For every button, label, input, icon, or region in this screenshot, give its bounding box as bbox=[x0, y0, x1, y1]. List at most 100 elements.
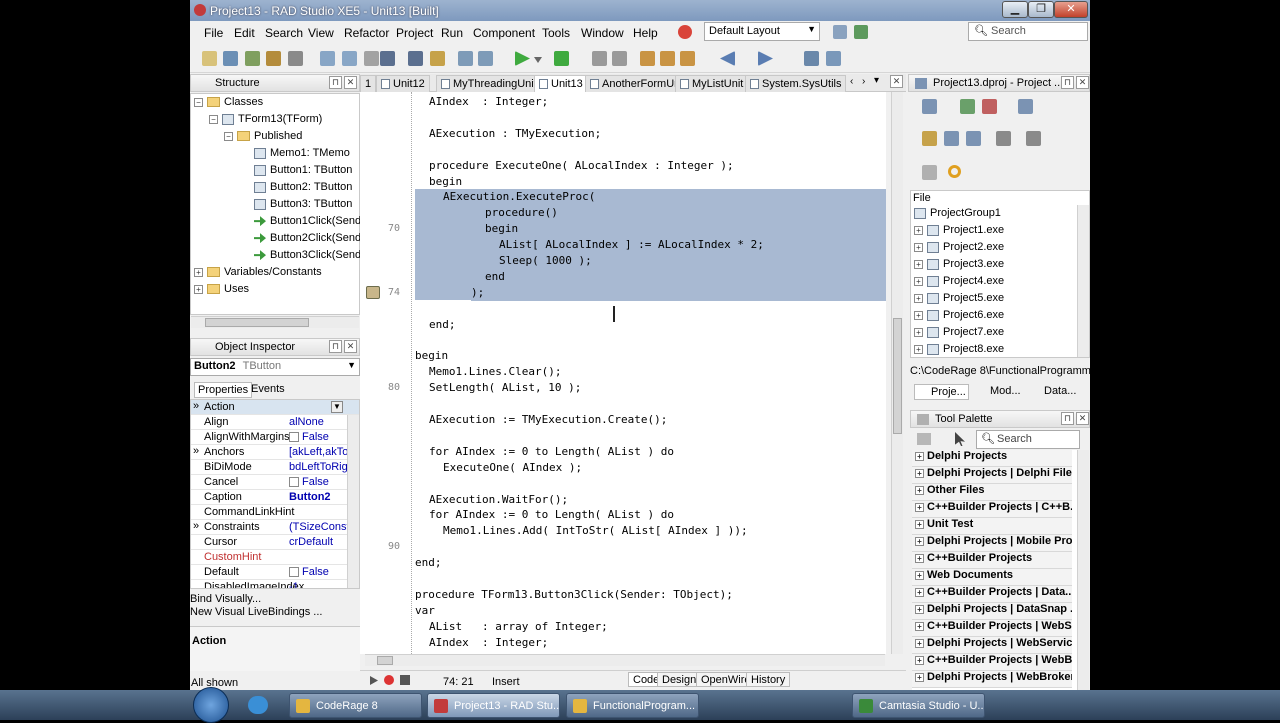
checkbox[interactable] bbox=[289, 477, 299, 488]
menu-view[interactable]: View bbox=[308, 26, 334, 40]
open-project-icon[interactable] bbox=[245, 51, 260, 66]
pause-icon[interactable] bbox=[592, 51, 607, 66]
expand-icon[interactable]: + bbox=[194, 284, 203, 294]
tree-item-button2click[interactable]: Button2Click(Sender: bbox=[254, 232, 374, 249]
expand-icon[interactable]: + bbox=[915, 587, 924, 597]
palette-category[interactable]: + Delphi Projects bbox=[912, 450, 1072, 467]
step-over-icon[interactable] bbox=[660, 51, 675, 66]
close-icon[interactable]: ✕ bbox=[344, 76, 357, 89]
expand-icon[interactable]: + bbox=[915, 536, 924, 546]
macro-stop-icon[interactable] bbox=[400, 675, 410, 685]
palette-category[interactable]: + C++Builder Projects | C++B... bbox=[912, 501, 1072, 518]
code-line-selected[interactable]: end bbox=[485, 268, 886, 285]
project-item[interactable]: + Project4.exe bbox=[914, 275, 1004, 292]
build-config-icon[interactable] bbox=[922, 165, 937, 180]
property-row-customhint[interactable]: CustomHint bbox=[191, 550, 359, 565]
tree-item-button1click[interactable]: Button1Click(Sender: bbox=[254, 215, 374, 232]
property-row-default[interactable]: Default False bbox=[191, 565, 359, 580]
new-items-icon[interactable] bbox=[202, 51, 217, 66]
property-row-anchors[interactable]: » Anchors [akLeft,akTop] bbox=[191, 445, 359, 460]
code-line[interactable]: begin bbox=[429, 174, 462, 190]
code-line-selected[interactable]: procedure() bbox=[485, 205, 886, 222]
events-tab[interactable]: Events bbox=[248, 382, 288, 396]
macro-record-icon[interactable] bbox=[384, 675, 394, 685]
expand-icon[interactable]: + bbox=[914, 225, 923, 235]
minimize-button[interactable]: ▁ bbox=[1002, 1, 1028, 18]
menu-tools[interactable]: Tools bbox=[542, 26, 570, 40]
palette-vscroll[interactable] bbox=[1077, 450, 1089, 690]
remove-project-icon[interactable] bbox=[982, 99, 997, 114]
build-icon[interactable] bbox=[996, 131, 1011, 146]
project-tab-model[interactable]: Mod... bbox=[974, 384, 1023, 398]
expand-all-icon[interactable] bbox=[944, 131, 959, 146]
tree-item-button3[interactable]: Button3: TButton bbox=[254, 198, 352, 215]
ide-search-box[interactable]: 🔍︎ Search bbox=[968, 22, 1088, 41]
target-platform-icon[interactable] bbox=[948, 165, 961, 178]
close-button[interactable]: ✕ bbox=[1054, 1, 1088, 18]
tree-item-button3click[interactable]: Button3Click(Sender: bbox=[254, 249, 374, 266]
close-icon[interactable]: ✕ bbox=[1076, 76, 1089, 89]
palette-category[interactable]: + C++Builder Projects | Data... bbox=[912, 586, 1072, 603]
taskbar-button[interactable]: CodeRage 8 bbox=[289, 693, 422, 718]
expand-icon[interactable]: + bbox=[914, 276, 923, 286]
code-line[interactable]: ExecuteOne( AIndex ); bbox=[443, 460, 582, 476]
property-value[interactable]: False bbox=[289, 431, 347, 443]
code-line-selected[interactable]: Sleep( 1000 ); bbox=[499, 253, 886, 269]
project-item[interactable]: + Project1.exe bbox=[914, 224, 1004, 241]
open-icon[interactable] bbox=[223, 51, 238, 66]
taskbar-button[interactable]: Project13 - RAD Stu... bbox=[427, 693, 560, 718]
property-value[interactable]: crDefault bbox=[289, 536, 347, 548]
expand-icon[interactable]: + bbox=[915, 672, 924, 682]
tab-close-icon[interactable]: ✕ bbox=[890, 75, 903, 88]
stop-icon[interactable] bbox=[612, 51, 627, 66]
save-icon[interactable] bbox=[380, 51, 395, 66]
code-line[interactable]: var bbox=[415, 603, 435, 619]
tab-1[interactable]: 1 bbox=[360, 75, 377, 92]
editor-vscroll-thumb[interactable] bbox=[893, 318, 902, 434]
view-tab-history[interactable]: History bbox=[746, 672, 791, 687]
start-button[interactable] bbox=[193, 687, 229, 723]
tab-list-icon[interactable]: ▾ bbox=[874, 75, 879, 86]
menu-file[interactable]: File bbox=[204, 26, 223, 40]
trace-icon[interactable] bbox=[680, 51, 695, 66]
palette-category[interactable]: + C++Builder Projects bbox=[912, 552, 1072, 569]
pin-icon[interactable]: ⊓ bbox=[329, 76, 342, 89]
expand-icon[interactable]: + bbox=[915, 502, 924, 512]
code-line[interactable]: end; bbox=[429, 317, 456, 333]
bind-visually-link[interactable]: Bind Visually... bbox=[190, 593, 261, 605]
collapse-all-icon[interactable] bbox=[966, 131, 981, 146]
pin-icon[interactable]: ⊓ bbox=[329, 340, 342, 353]
property-row-constraints[interactable]: » Constraints (TSizeConstraints) bbox=[191, 520, 359, 535]
code-line-selected[interactable]: AExecution.ExecuteProc( bbox=[443, 189, 886, 206]
property-row-alignwithmargins[interactable]: AlignWithMargins False bbox=[191, 430, 359, 445]
pin-icon[interactable]: ⊓ bbox=[1061, 412, 1074, 425]
palette-category[interactable]: + Delphi Projects | DataSnap ... bbox=[912, 603, 1072, 620]
view-icon[interactable] bbox=[1018, 99, 1033, 114]
properties-tab[interactable]: Properties bbox=[194, 382, 253, 398]
expand-icon[interactable]: + bbox=[915, 604, 924, 614]
tab-mythreadingunit[interactable]: MyThreadingUnit bbox=[436, 75, 542, 92]
collapse-icon[interactable]: − bbox=[224, 131, 233, 141]
palette-category[interactable]: + Delphi Projects | WebServic... bbox=[912, 637, 1072, 654]
property-value[interactable]: Button2 bbox=[289, 491, 347, 503]
set-debug-desktop-icon[interactable] bbox=[854, 25, 868, 39]
expand-icon[interactable]: + bbox=[914, 293, 923, 303]
layout-combo[interactable]: Default Layout ▼ bbox=[704, 22, 820, 41]
project-tree-vscroll[interactable] bbox=[1077, 205, 1089, 357]
project-item[interactable]: + Project7.exe bbox=[914, 326, 1004, 343]
menu-edit[interactable]: Edit bbox=[234, 26, 255, 40]
property-value[interactable]: (TSizeConstraints) bbox=[289, 521, 347, 533]
close-icon[interactable]: ✕ bbox=[344, 340, 357, 353]
expand-icon[interactable]: + bbox=[915, 485, 924, 495]
expand-icon[interactable]: + bbox=[915, 451, 924, 461]
property-dropdown[interactable]: ▼ bbox=[331, 401, 343, 413]
project-item[interactable]: + Project8.exe bbox=[914, 343, 1004, 357]
property-value[interactable]: -1 bbox=[289, 581, 347, 588]
tree-item-uses[interactable]: + Uses bbox=[194, 283, 249, 300]
palette-category[interactable]: + Delphi Projects | WebBroker bbox=[912, 671, 1072, 688]
editor-hscroll[interactable] bbox=[365, 654, 885, 666]
tab-scroll-left-icon[interactable]: ‹ bbox=[850, 76, 853, 87]
code-line[interactable]: AExecution := TMyExecution.Create(); bbox=[429, 412, 667, 428]
expand-icon[interactable]: + bbox=[915, 519, 924, 529]
run-without-debug-icon[interactable] bbox=[554, 51, 569, 66]
